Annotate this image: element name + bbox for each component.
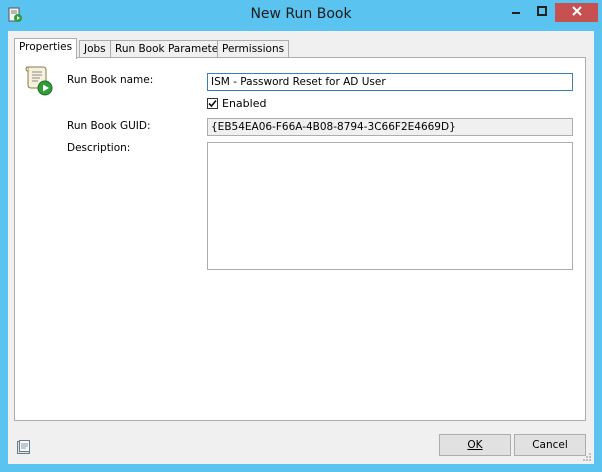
ok-button-label: OK bbox=[467, 439, 483, 451]
tab-properties[interactable]: Properties bbox=[14, 38, 78, 59]
enabled-label: Enabled bbox=[222, 97, 267, 110]
title-bar[interactable]: New Run Book bbox=[0, 0, 602, 31]
runbook-scroll-play-icon bbox=[23, 64, 55, 96]
description-textarea[interactable] bbox=[207, 142, 573, 270]
minimize-button[interactable] bbox=[503, 3, 529, 22]
tab-run-book-parameters[interactable]: Run Book Parameters bbox=[110, 40, 234, 58]
maximize-button[interactable] bbox=[529, 3, 555, 22]
run-book-guid-field[interactable] bbox=[207, 118, 573, 136]
minimize-icon bbox=[511, 6, 521, 19]
dialog-window: New Run Book Properties Jobs Run Book Pa… bbox=[0, 0, 602, 472]
enabled-checkbox-box[interactable] bbox=[207, 98, 218, 109]
tab-jobs[interactable]: Jobs bbox=[79, 40, 111, 58]
close-icon bbox=[571, 5, 583, 20]
maximize-icon bbox=[537, 6, 547, 19]
cancel-button-label: Cancel bbox=[532, 439, 568, 451]
resize-grip-icon[interactable] bbox=[582, 452, 592, 462]
properties-panel: Run Book name: Enabled Run Book GUID: De… bbox=[14, 57, 586, 421]
close-button[interactable] bbox=[555, 3, 598, 22]
dialog-client-area: Properties Jobs Run Book Parameters Perm… bbox=[8, 31, 594, 464]
description-label: Description: bbox=[67, 142, 131, 154]
run-book-name-input[interactable] bbox=[207, 73, 573, 91]
tab-permissions[interactable]: Permissions bbox=[217, 40, 290, 58]
ok-button[interactable]: OK bbox=[439, 434, 511, 456]
run-book-name-label: Run Book name: bbox=[67, 74, 154, 86]
run-book-guid-label: Run Book GUID: bbox=[67, 120, 151, 132]
cancel-button[interactable]: Cancel bbox=[514, 434, 586, 456]
runbook-properties-icon[interactable] bbox=[16, 439, 32, 455]
enabled-checkbox[interactable]: Enabled bbox=[207, 97, 266, 110]
